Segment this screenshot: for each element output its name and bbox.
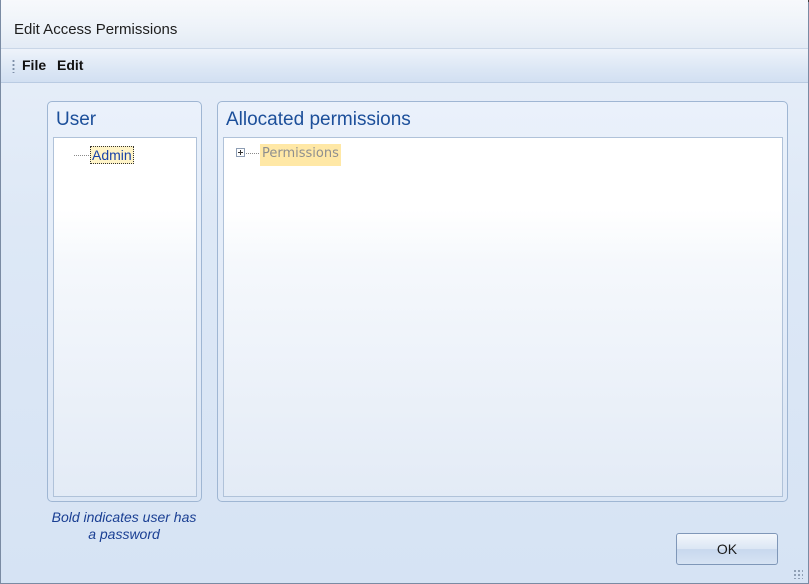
- tree-connector: [246, 153, 259, 154]
- grip-dots-icon: [12, 59, 15, 73]
- permissions-node[interactable]: Permissions: [260, 144, 341, 166]
- resize-grip-icon[interactable]: [793, 569, 803, 579]
- window-title: Edit Access Permissions: [14, 21, 178, 38]
- user-panel-header: User: [56, 109, 97, 130]
- menu-bar: File Edit: [1, 49, 808, 83]
- title-bar: Edit Access Permissions: [1, 0, 808, 49]
- permissions-panel: Allocated permissions Permissions: [217, 101, 788, 502]
- edit-access-permissions-window: Edit Access Permissions File Edit User A…: [0, 0, 809, 584]
- user-item-admin[interactable]: Admin: [90, 146, 134, 164]
- tree-connector: [74, 155, 89, 156]
- plus-box-icon[interactable]: [236, 148, 245, 157]
- permissions-panel-header: Allocated permissions: [226, 109, 411, 130]
- ok-button[interactable]: OK: [676, 533, 778, 565]
- password-hint: Bold indicates user has a password: [51, 509, 197, 542]
- menu-file[interactable]: File: [22, 57, 46, 73]
- user-panel: User Admin: [47, 101, 202, 502]
- user-tree[interactable]: Admin: [53, 137, 197, 497]
- menu-edit[interactable]: Edit: [57, 57, 83, 73]
- permissions-tree[interactable]: Permissions: [223, 137, 783, 497]
